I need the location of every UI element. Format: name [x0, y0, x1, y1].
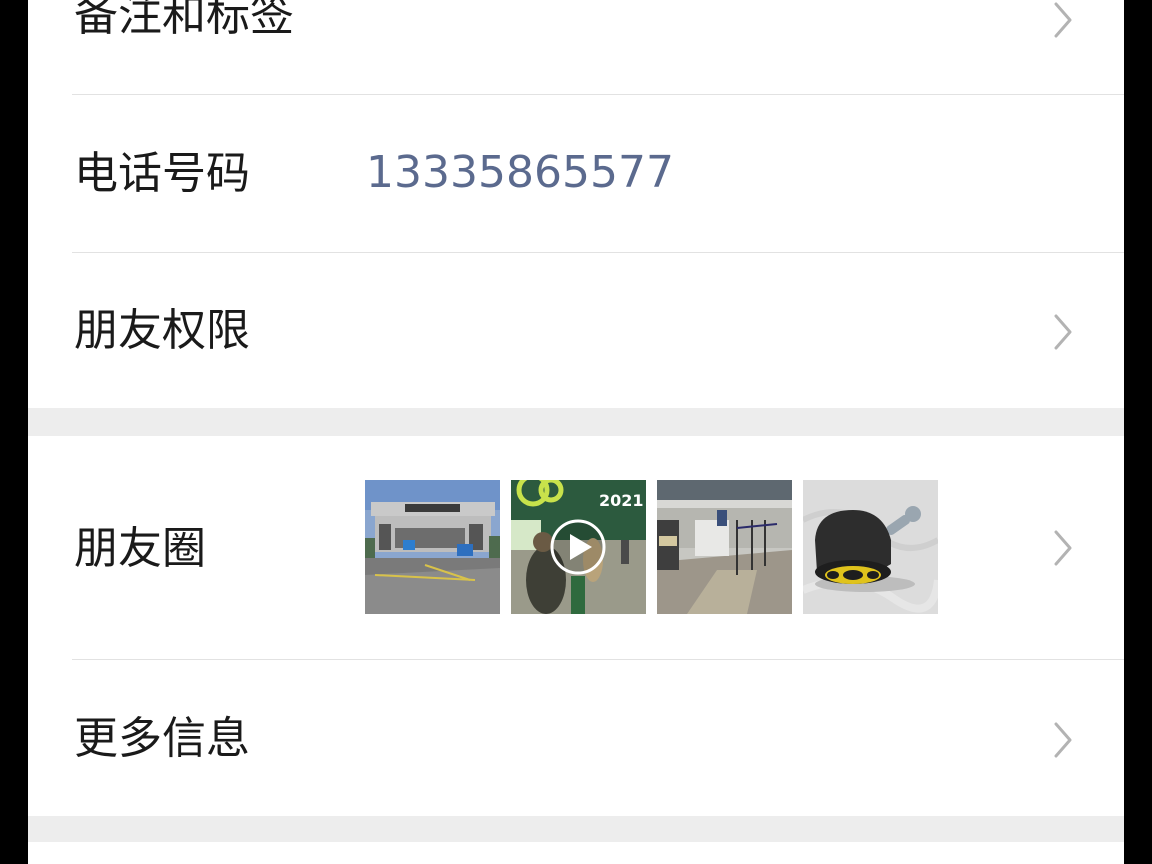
phone-number-row: 电话号码 13335865577: [28, 95, 1124, 252]
moments-video-expo[interactable]: 2021: [511, 480, 646, 614]
phone-number-value[interactable]: 13335865577: [366, 151, 674, 195]
remark-and-tags-row[interactable]: 备注和标签: [28, 0, 1124, 94]
expo-year-text: 2021: [599, 491, 644, 510]
contact-info-group: 备注和标签 电话号码 13335865577 朋友权限: [28, 0, 1124, 408]
friend-permissions-label: 朋友权限: [74, 305, 250, 356]
more-info-row[interactable]: 更多信息: [28, 660, 1124, 816]
moments-label: 朋友圈: [74, 523, 206, 574]
chevron-right-icon: [1054, 722, 1072, 758]
moments-photo-airport[interactable]: [657, 480, 792, 614]
chevron-right-icon: [1054, 2, 1072, 38]
chevron-right-icon: [1054, 530, 1072, 566]
next-group-edge: [28, 842, 1124, 864]
moments-photo-caster-wheel[interactable]: [803, 480, 938, 614]
chevron-right-icon: [1054, 314, 1072, 350]
moments-photo-building[interactable]: [365, 480, 500, 614]
friend-permissions-row[interactable]: 朋友权限: [28, 253, 1124, 408]
more-info-label: 更多信息: [74, 713, 250, 764]
contact-detail-screen: 备注和标签 电话号码 13335865577 朋友权限 朋友圈 更多信息 202…: [28, 0, 1124, 864]
remark-and-tags-label: 备注和标签: [74, 0, 294, 41]
phone-number-label: 电话号码: [74, 148, 250, 199]
